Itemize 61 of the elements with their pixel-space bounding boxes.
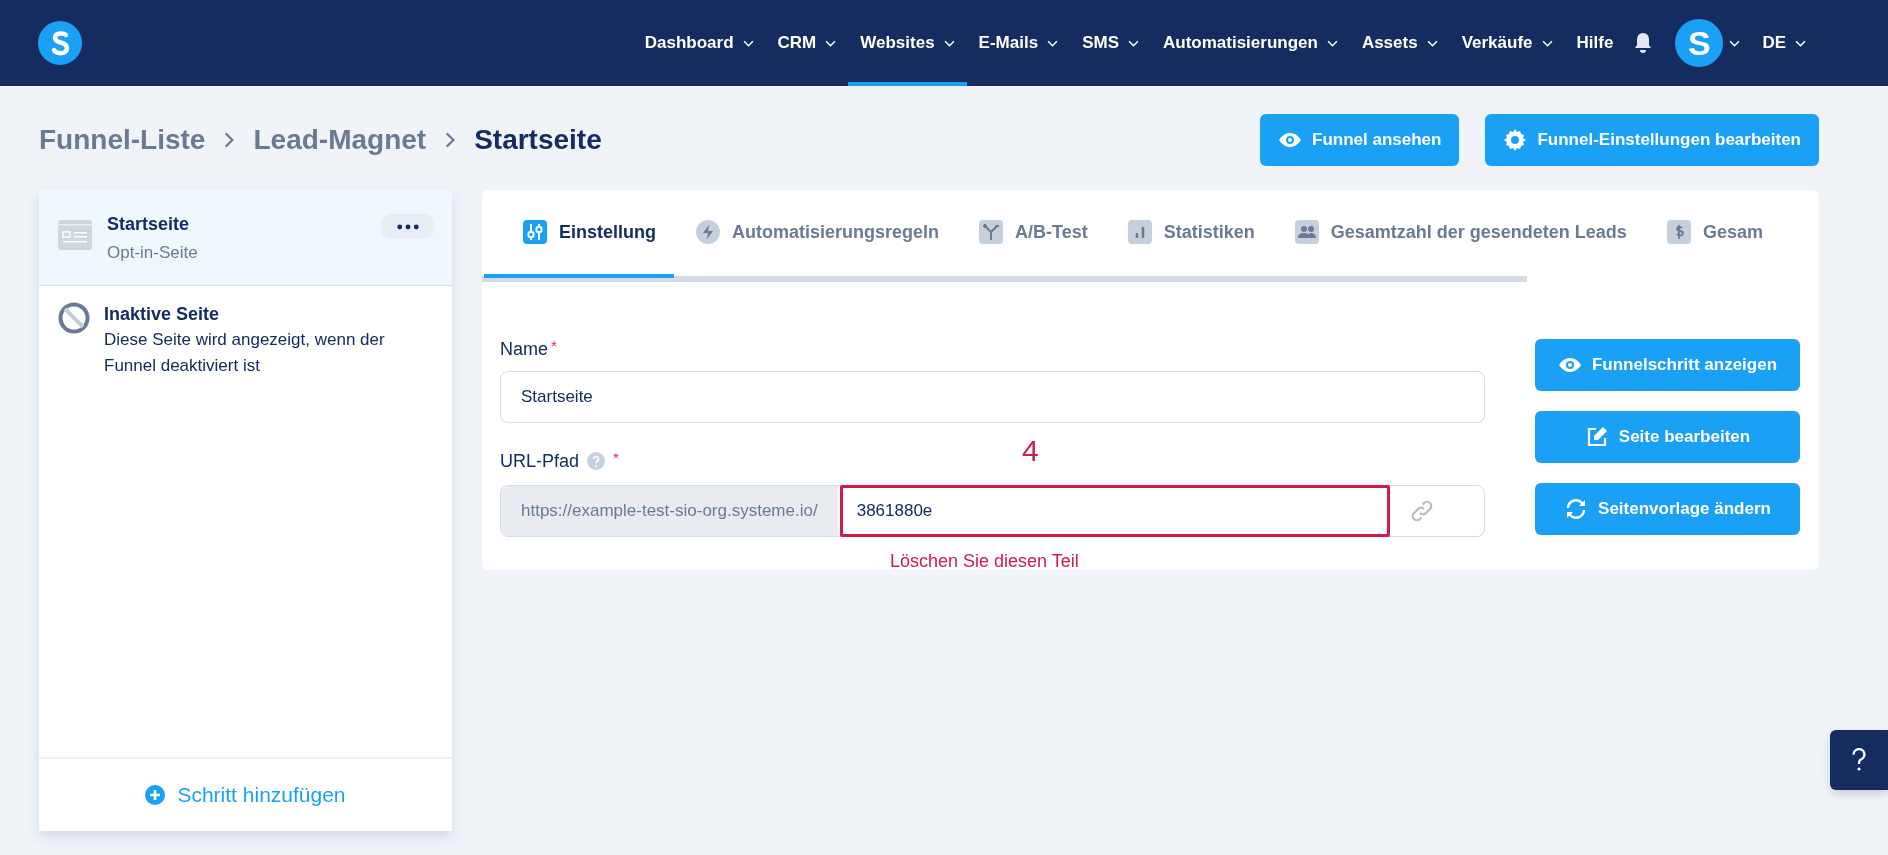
breadcrumb-link[interactable]: Funnel-Liste xyxy=(39,124,206,156)
nav-menu-item[interactable]: Verkäufe xyxy=(1449,0,1565,86)
caret-icon[interactable] xyxy=(1326,39,1338,47)
page-icon xyxy=(58,220,92,250)
dots-icon xyxy=(396,223,419,230)
tab[interactable]: Gesamtzahl der gesendeten Leads xyxy=(1272,190,1645,278)
nav-menu-item[interactable]: E-Mails xyxy=(966,0,1071,86)
url-prefix: https://example-test-sio-org.systeme.io/ xyxy=(501,486,838,536)
more-options-button[interactable] xyxy=(381,214,434,239)
funnel-step-item[interactable]: Startseite Opt-in-Seite xyxy=(39,190,452,286)
name-input-field[interactable]: Startseite xyxy=(500,371,1485,423)
prohibited-icon xyxy=(58,302,90,334)
tab[interactable]: Gesam xyxy=(1644,190,1781,278)
plus-icon xyxy=(145,785,166,805)
annotation-number: 4 xyxy=(1022,434,1039,468)
caret-icon[interactable] xyxy=(1729,39,1741,47)
annotation-note: Löschen Sie diesen Teil xyxy=(890,551,1080,570)
caret-icon[interactable] xyxy=(1426,39,1438,47)
nav-menu-item[interactable]: Dashboard xyxy=(632,0,766,86)
caret-icon[interactable] xyxy=(1795,39,1806,47)
question-mark-icon xyxy=(1850,747,1868,773)
nav-menu-item[interactable]: Websites xyxy=(848,0,967,86)
fork-icon xyxy=(979,220,1004,244)
tab[interactable]: A/B-Test xyxy=(957,190,1106,278)
field-label: URL-Pfad xyxy=(500,450,580,472)
nav-menu-item[interactable]: Hilfe xyxy=(1564,0,1626,86)
language-selector[interactable]: DE xyxy=(1750,0,1818,86)
inactive-page-description: Diese Seite wird angezeigt, wenn der Funnel deaktiviert ist xyxy=(104,329,386,377)
dollar-icon xyxy=(1666,220,1691,244)
nav-menu-item[interactable]: Assets xyxy=(1349,0,1450,86)
required-asterisk: * xyxy=(613,449,619,466)
lightning-icon xyxy=(696,220,720,244)
url-path-input-field[interactable]: 3861880e xyxy=(839,485,1390,537)
tab[interactable]: Statistiken xyxy=(1105,190,1273,278)
nav-menu-item[interactable]: CRM xyxy=(765,0,849,86)
caret-icon[interactable] xyxy=(1127,39,1139,47)
caret-icon[interactable] xyxy=(943,39,955,47)
field-label: Name xyxy=(500,338,548,360)
required-asterisk: * xyxy=(551,337,557,354)
tab[interactable]: Automatisierungsregeln xyxy=(674,190,958,278)
gear-icon xyxy=(1503,128,1528,152)
logo-icon[interactable] xyxy=(38,21,82,65)
breadcrumb-link[interactable]: Startseite xyxy=(474,124,602,156)
caret-icon[interactable] xyxy=(742,39,754,47)
bar-chart-icon xyxy=(1127,220,1152,244)
step-title: Startseite xyxy=(107,214,191,235)
scrollbar-thumb[interactable] xyxy=(482,276,1527,282)
caret-icon[interactable] xyxy=(825,39,837,47)
breadcrumb-link[interactable]: Lead-Magnet xyxy=(253,124,427,156)
help-button[interactable] xyxy=(1830,730,1888,790)
caret-icon[interactable] xyxy=(1047,39,1059,47)
nav-menu-item[interactable]: Automatisierungen xyxy=(1150,0,1350,86)
people-icon xyxy=(1294,220,1319,244)
nav-menu-item[interactable]: SMS xyxy=(1070,0,1151,86)
inactive-page-title: Inaktive Seite xyxy=(104,304,221,325)
caret-icon[interactable] xyxy=(1541,39,1553,47)
step-type: Opt-in-Seite xyxy=(107,243,199,263)
bell-icon[interactable] xyxy=(1633,32,1654,54)
chevron-right-icon xyxy=(444,131,457,149)
sliders-icon xyxy=(523,220,547,244)
chevron-right-icon xyxy=(223,131,236,149)
